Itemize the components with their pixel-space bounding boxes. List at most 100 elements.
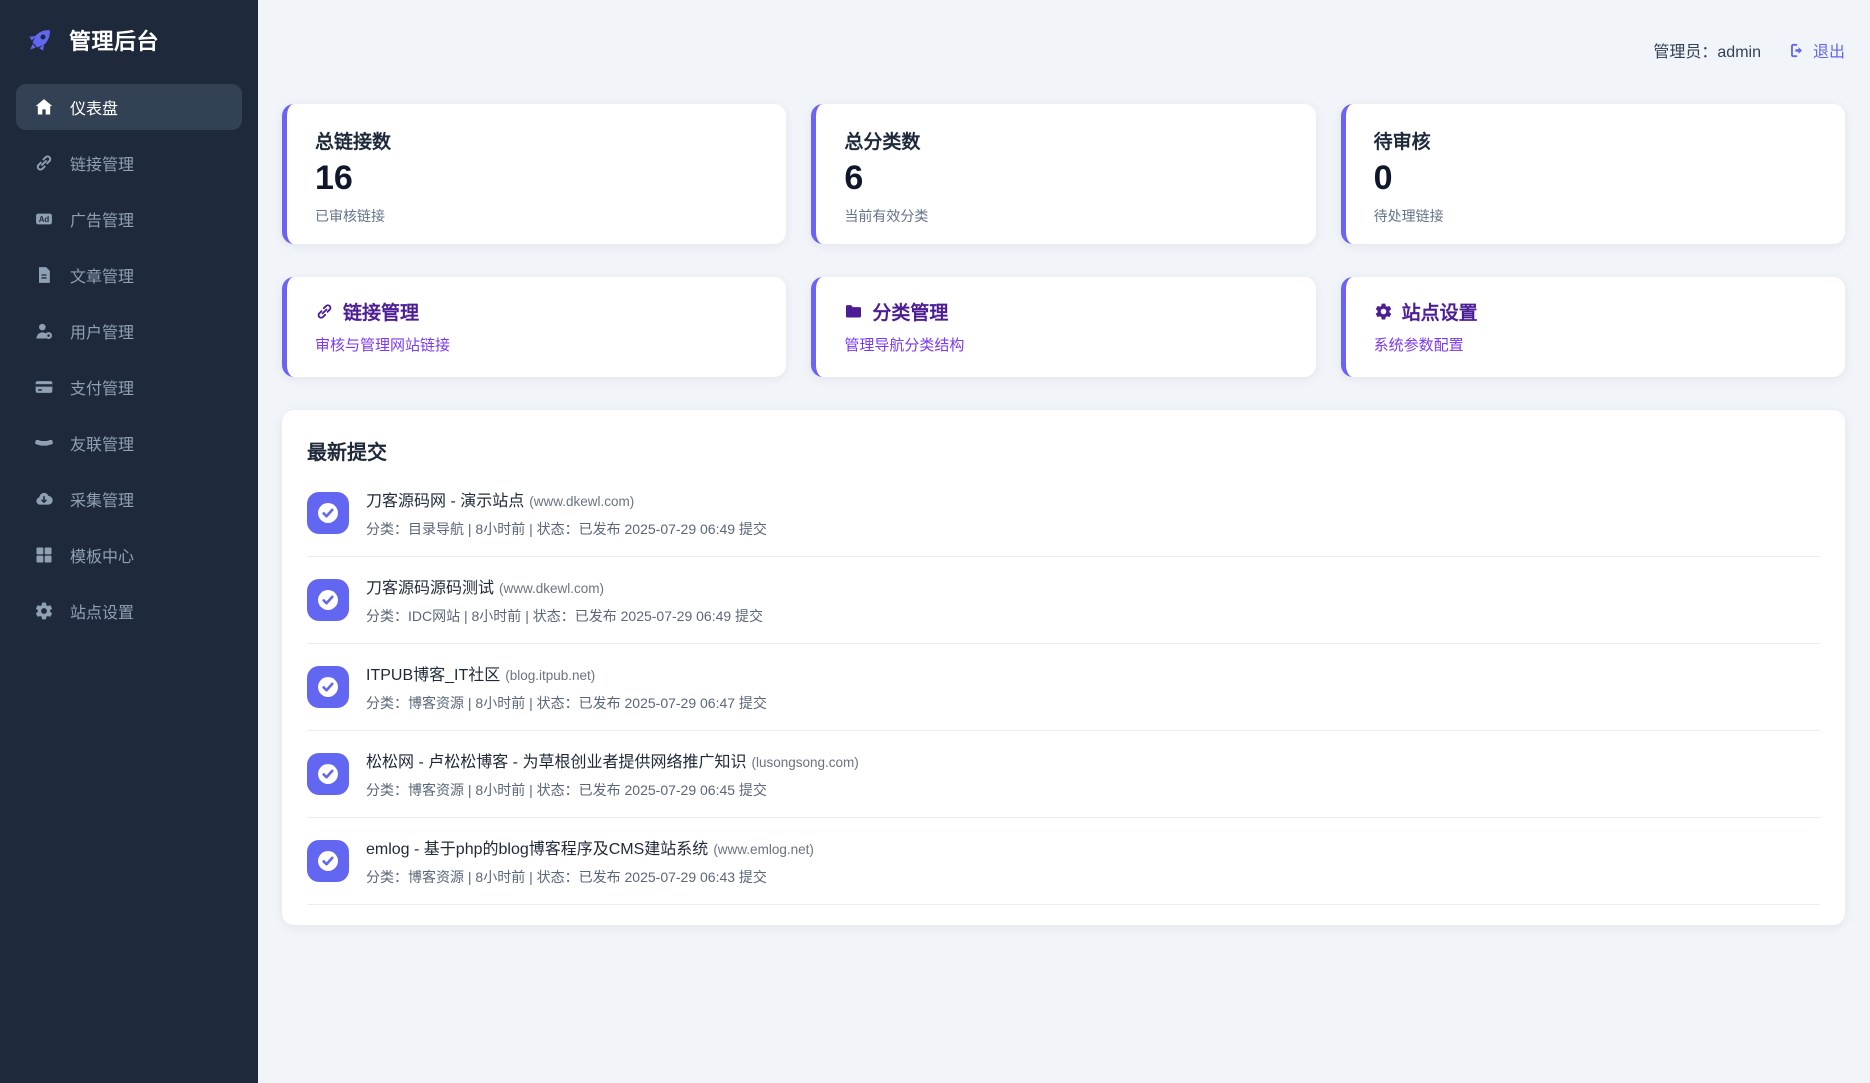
gear-icon: [1375, 303, 1391, 320]
stat-subtitle: 待处理链接: [1373, 208, 1444, 224]
sidebar-item-label: 友联管理: [70, 437, 135, 454]
cloud-download-icon: [36, 492, 53, 505]
link-icon: [36, 155, 52, 171]
quick-actions-row: 链接管理 审核与管理网站链接 分类管理 管理导航分类结构 站点设置 系统参数配置: [282, 277, 1845, 377]
sidebar-item-label: 站点设置: [70, 605, 135, 622]
item-meta: 分类：目录导航 | 8小时前 | 状态：已发布 2025-07-29 06:49…: [366, 521, 767, 537]
site-name: 刀客源码网 - 演示站点: [366, 493, 525, 510]
site-name: ITPUB博客_IT社区: [366, 667, 501, 684]
sidebar-item-label: 采集管理: [70, 493, 135, 510]
user-gear-icon: [36, 323, 53, 339]
sidebar-nav: 仪表盘 链接管理 Ad 广告管理 文章管理 用户管理 支付管理 友联管理 采集管…: [16, 84, 242, 634]
home-icon: [35, 99, 53, 115]
logout-button[interactable]: 退出: [1789, 38, 1845, 62]
site-name: 松松网 - 卢松松博客 - 为草根创业者提供网络推广知识: [366, 754, 747, 771]
panel-title: 最新提交: [307, 442, 387, 464]
site-name: 刀客源码源码测试: [366, 580, 495, 597]
approved-badge: [307, 753, 349, 795]
sidebar-item-label: 链接管理: [70, 157, 135, 174]
quick-card-title: 链接管理: [343, 303, 420, 324]
approved-badge: [307, 492, 349, 534]
site-domain: (www.emlog.net): [713, 842, 814, 857]
quick-card-site-settings[interactable]: 站点设置 系统参数配置: [1340, 277, 1845, 377]
stat-value: 6: [844, 159, 864, 197]
logout-icon: [1791, 43, 1802, 57]
sidebar-item-templates[interactable]: 模板中心: [16, 532, 242, 578]
item-text: 松松网 - 卢松松博客 - 为草根创业者提供网络推广知识 (lusongsong.…: [366, 748, 859, 800]
handshake-icon: [35, 439, 53, 446]
circle-check-icon: [318, 503, 338, 523]
site-domain: (blog.itpub.net): [505, 668, 596, 683]
list-item: ITPUB博客_IT社区 (blog.itpub.net) 分类：博客资源 | 8…: [307, 644, 1820, 731]
link-icon: [317, 304, 332, 319]
site-domain: (lusongsong.com): [751, 755, 859, 770]
list-item: 刀客源码源码测试 (www.dkewl.com) 分类：IDC网站 | 8小时前 …: [307, 557, 1820, 644]
item-text: ITPUB博客_IT社区 (blog.itpub.net) 分类：博客资源 | 8…: [366, 661, 767, 713]
sidebar-item-articles[interactable]: 文章管理: [16, 252, 242, 298]
circle-check-icon: [318, 851, 338, 871]
approved-badge: [307, 840, 349, 882]
list-item: emlog - 基于php的blog博客程序及CMS建站系统 (www.emlog…: [307, 818, 1820, 905]
admin-info: 管理员：admin: [1653, 38, 1761, 62]
stat-title: 总链接数: [315, 132, 392, 153]
sidebar-item-label: 支付管理: [70, 381, 135, 398]
admin-label: 管理员：: [1653, 44, 1718, 61]
app-logo[interactable]: 管理后台: [16, 20, 242, 56]
admin-name: admin: [1717, 44, 1761, 61]
site-domain: (www.dkewl.com): [529, 494, 635, 509]
stat-subtitle: 当前有效分类: [844, 208, 929, 224]
quick-card-subtitle: 系统参数配置: [1373, 337, 1464, 354]
item-meta: 分类：IDC网站 | 8小时前 | 状态：已发布 2025-07-29 06:4…: [366, 608, 764, 624]
credit-card-icon: [35, 381, 53, 393]
sidebar-item-label: 仪表盘: [70, 101, 119, 118]
circle-check-icon: [318, 677, 338, 697]
item-meta: 分类：博客资源 | 8小时前 | 状态：已发布 2025-07-29 06:47…: [366, 695, 767, 711]
sidebar-item-settings[interactable]: 站点设置: [16, 588, 242, 634]
stats-row: 总链接数 16 已审核链接 总分类数 6 当前有效分类 待审核 0 待处理链接: [282, 104, 1845, 244]
list-item: 松松网 - 卢松松博客 - 为草根创业者提供网络推广知识 (lusongsong.…: [307, 731, 1820, 818]
approved-badge: [307, 666, 349, 708]
ad-icon: Ad: [36, 213, 52, 225]
quick-card-title: 站点设置: [1401, 303, 1478, 324]
gear-icon: [35, 602, 53, 620]
sidebar-item-users[interactable]: 用户管理: [16, 308, 242, 354]
quick-card-title: 分类管理: [872, 303, 949, 324]
sidebar-item-label: 广告管理: [70, 213, 135, 230]
item-title: 松松网 - 卢松松博客 - 为草根创业者提供网络推广知识 (lusongsong.…: [366, 748, 859, 772]
quick-card-subtitle: 审核与管理网站链接: [315, 337, 451, 354]
folder-icon: [846, 305, 862, 318]
quick-card-category-management[interactable]: 分类管理 管理导航分类结构: [811, 277, 1316, 377]
item-text: 刀客源码网 - 演示站点 (www.dkewl.com) 分类：目录导航 | 8小…: [366, 487, 767, 539]
item-title: ITPUB博客_IT社区 (blog.itpub.net): [366, 661, 767, 685]
latest-submissions-list: 刀客源码网 - 演示站点 (www.dkewl.com) 分类：目录导航 | 8小…: [307, 470, 1820, 905]
item-title: 刀客源码网 - 演示站点 (www.dkewl.com): [366, 487, 767, 511]
stat-card-total-categories: 总分类数 6 当前有效分类: [811, 104, 1316, 244]
stat-value: 16: [315, 159, 353, 197]
approved-badge: [307, 579, 349, 621]
stat-title: 待审核: [1373, 132, 1431, 153]
sidebar: 管理后台 仪表盘 链接管理 Ad 广告管理 文章管理 用户管理 支付管理 友联管…: [0, 0, 258, 1083]
item-text: 刀客源码源码测试 (www.dkewl.com) 分类：IDC网站 | 8小时前 …: [366, 574, 763, 626]
item-title: emlog - 基于php的blog博客程序及CMS建站系统 (www.emlog…: [366, 835, 814, 859]
sidebar-item-links[interactable]: 链接管理: [16, 140, 242, 186]
stat-value: 0: [1373, 159, 1393, 197]
svg-text:Ad: Ad: [39, 215, 50, 224]
latest-submissions-panel: 最新提交 刀客源码网 - 演示站点 (www.dkewl.com) 分类：目录导航…: [282, 410, 1845, 925]
sidebar-item-payments[interactable]: 支付管理: [16, 364, 242, 410]
quick-card-link-management[interactable]: 链接管理 审核与管理网站链接: [282, 277, 787, 377]
item-meta: 分类：博客资源 | 8小时前 | 状态：已发布 2025-07-29 06:45…: [366, 782, 767, 798]
sidebar-item-ads[interactable]: Ad 广告管理: [16, 196, 242, 242]
sidebar-item-label: 用户管理: [70, 325, 135, 342]
stat-card-pending-review: 待审核 0 待处理链接: [1340, 104, 1845, 244]
item-meta: 分类：博客资源 | 8小时前 | 状态：已发布 2025-07-29 06:43…: [366, 869, 767, 885]
sidebar-item-collect[interactable]: 采集管理: [16, 476, 242, 522]
circle-check-icon: [318, 764, 338, 784]
sidebar-item-friendlinks[interactable]: 友联管理: [16, 420, 242, 466]
main-content: 管理员：admin 退出 总链接数 16 已审核链接 总分类数 6 当前有效分类…: [258, 0, 1870, 1083]
sidebar-item-dashboard[interactable]: 仪表盘: [16, 84, 242, 130]
item-text: emlog - 基于php的blog博客程序及CMS建站系统 (www.emlog…: [366, 835, 814, 887]
circle-check-icon: [318, 590, 338, 610]
list-item: 刀客源码网 - 演示站点 (www.dkewl.com) 分类：目录导航 | 8小…: [307, 470, 1820, 557]
rocket-icon: [29, 30, 50, 51]
topbar: 管理员：admin 退出: [282, 38, 1845, 62]
